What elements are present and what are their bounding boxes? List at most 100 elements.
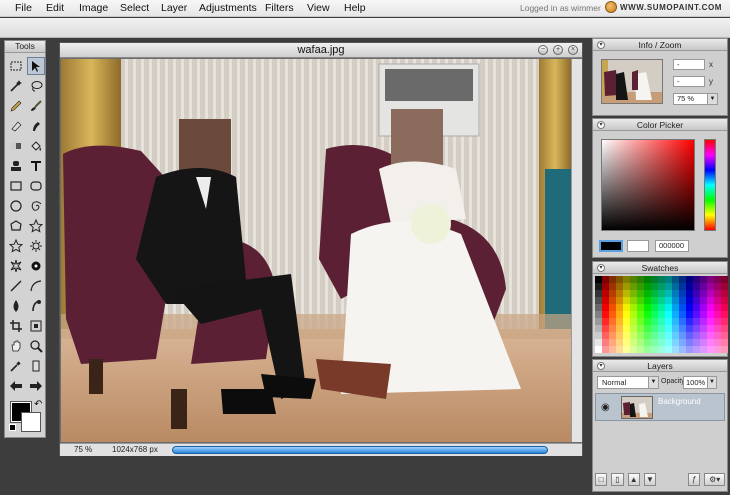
color-swatch[interactable]	[651, 346, 658, 353]
magic-wand-tool-icon[interactable]	[7, 77, 25, 95]
smudge-tool-icon[interactable]	[27, 117, 45, 135]
previous-color-swatch[interactable]	[627, 240, 649, 252]
lasso-tool-icon[interactable]	[27, 77, 45, 95]
reset-colors-icon[interactable]	[9, 424, 16, 431]
burst-shape-tool-icon[interactable]	[7, 257, 25, 275]
color-swatch[interactable]	[686, 346, 693, 353]
color-swatch[interactable]	[644, 318, 651, 325]
color-swatch[interactable]	[679, 276, 686, 283]
menu-adjustments[interactable]: Adjustments	[199, 2, 257, 14]
color-swatch[interactable]	[679, 290, 686, 297]
eyedropper-tool-icon[interactable]	[7, 357, 25, 375]
color-swatch[interactable]	[672, 304, 679, 311]
color-swatch[interactable]	[602, 297, 609, 304]
color-swatch[interactable]	[700, 332, 707, 339]
color-swatch[interactable]	[595, 318, 602, 325]
color-swatch[interactable]	[637, 276, 644, 283]
color-swatch[interactable]	[693, 346, 700, 353]
navigator-thumbnail[interactable]	[601, 59, 663, 104]
color-swatch[interactable]	[707, 283, 714, 290]
color-swatch[interactable]	[672, 311, 679, 318]
color-swatch[interactable]	[672, 332, 679, 339]
color-swatch[interactable]	[609, 318, 616, 325]
minimize-icon[interactable]: −	[538, 45, 548, 55]
color-swatch[interactable]	[700, 276, 707, 283]
color-swatch[interactable]	[700, 325, 707, 332]
color-swatch[interactable]	[714, 318, 721, 325]
curve-tool-icon[interactable]	[27, 277, 45, 295]
color-swatch[interactable]	[616, 283, 623, 290]
menu-view[interactable]: View	[307, 2, 330, 14]
color-swatch[interactable]	[595, 339, 602, 346]
color-swatch[interactable]	[693, 339, 700, 346]
color-swatch[interactable]	[623, 290, 630, 297]
color-swatch[interactable]	[686, 332, 693, 339]
color-swatch[interactable]	[637, 346, 644, 353]
color-swatch[interactable]	[693, 304, 700, 311]
color-swatch[interactable]	[707, 325, 714, 332]
color-swatch[interactable]	[609, 283, 616, 290]
color-swatch[interactable]	[672, 318, 679, 325]
color-swatch[interactable]	[707, 318, 714, 325]
menu-layer[interactable]: Layer	[161, 2, 187, 14]
color-swatch[interactable]	[693, 332, 700, 339]
menu-image[interactable]: Image	[79, 2, 108, 14]
color-swatch[interactable]	[609, 297, 616, 304]
color-swatch[interactable]	[679, 311, 686, 318]
zoom-select[interactable]: 75 % ▼	[673, 93, 718, 105]
color-swatch[interactable]	[679, 304, 686, 311]
color-swatch[interactable]	[623, 311, 630, 318]
transform-tool-icon[interactable]	[27, 317, 45, 335]
color-swatch[interactable]	[658, 318, 665, 325]
color-swatch[interactable]	[658, 339, 665, 346]
color-swatch[interactable]	[644, 290, 651, 297]
color-swatch[interactable]	[637, 311, 644, 318]
gradient-tool-icon[interactable]	[7, 137, 25, 155]
color-swatch[interactable]	[595, 276, 602, 283]
color-swatch[interactable]	[602, 311, 609, 318]
color-swatch[interactable]	[707, 339, 714, 346]
color-swatch[interactable]	[679, 346, 686, 353]
color-swatch[interactable]	[602, 339, 609, 346]
color-swatch[interactable]	[672, 325, 679, 332]
color-swatch[interactable]	[595, 297, 602, 304]
color-swatch[interactable]	[693, 318, 700, 325]
color-swatch[interactable]	[686, 325, 693, 332]
color-swatch[interactable]	[693, 276, 700, 283]
color-swatch[interactable]	[616, 290, 623, 297]
color-swatch[interactable]	[707, 332, 714, 339]
move-tool-icon[interactable]	[27, 57, 45, 75]
document-titlebar[interactable]: wafaa.jpg − + ×	[60, 43, 582, 58]
color-swatch[interactable]	[665, 297, 672, 304]
color-swatch[interactable]	[658, 276, 665, 283]
new-layer-icon[interactable]: □	[595, 472, 608, 486]
star-outline-tool-icon[interactable]	[7, 237, 25, 255]
color-swatch[interactable]	[658, 283, 665, 290]
color-swatch[interactable]	[623, 318, 630, 325]
color-swatch[interactable]	[665, 318, 672, 325]
color-swatch[interactable]	[602, 276, 609, 283]
color-swatch[interactable]	[609, 290, 616, 297]
menu-help[interactable]: Help	[344, 2, 366, 14]
color-swatch[interactable]	[623, 346, 630, 353]
color-swatch[interactable]	[714, 304, 721, 311]
blend-mode-select[interactable]: Normal ▼	[597, 376, 659, 389]
arrow-right-icon[interactable]	[27, 377, 45, 395]
color-swatch[interactable]	[714, 346, 721, 353]
color-swatch[interactable]	[714, 297, 721, 304]
color-swatch[interactable]	[623, 339, 630, 346]
crop-tool-icon[interactable]	[7, 317, 25, 335]
color-swatch[interactable]	[721, 283, 728, 290]
color-swatch[interactable]	[637, 332, 644, 339]
color-swatch[interactable]	[630, 290, 637, 297]
blur-tool-icon[interactable]	[7, 297, 25, 315]
menu-file[interactable]: File	[15, 2, 32, 14]
color-swatch[interactable]	[602, 304, 609, 311]
color-swatch[interactable]	[700, 297, 707, 304]
marquee-tool-icon[interactable]	[7, 57, 25, 75]
color-swatch[interactable]	[651, 283, 658, 290]
background-color-swatch[interactable]	[21, 412, 41, 432]
color-swatch[interactable]	[651, 311, 658, 318]
color-swatch[interactable]	[651, 332, 658, 339]
color-swatch[interactable]	[623, 325, 630, 332]
